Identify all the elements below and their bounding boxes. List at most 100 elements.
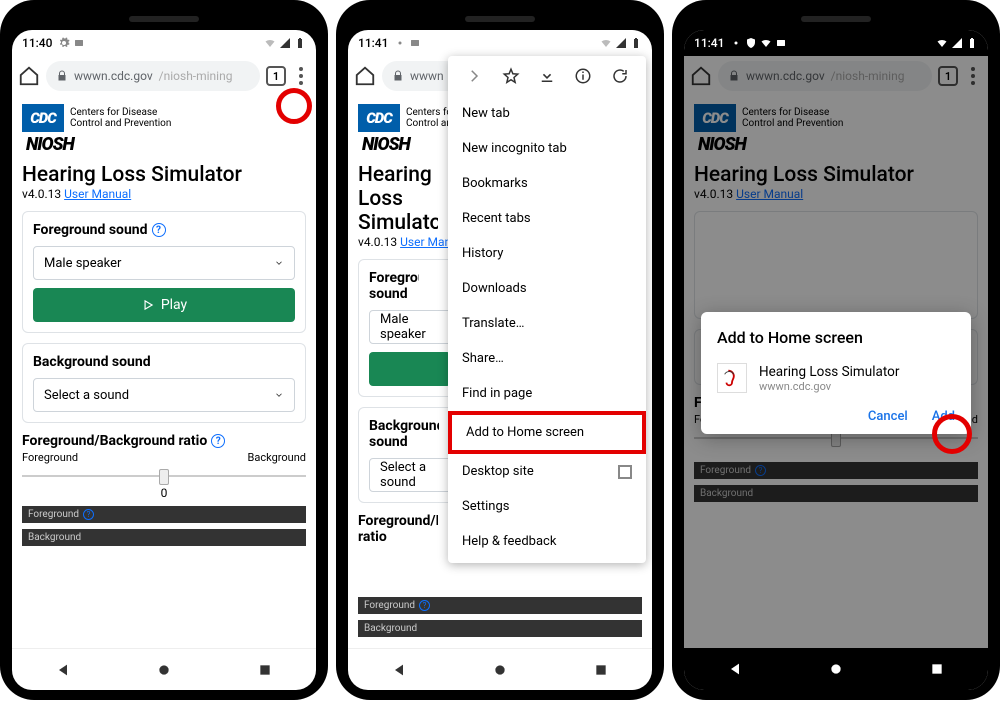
back-icon[interactable] [55, 662, 71, 678]
url-field[interactable]: wwwn.cdc.gov/niosh-mining [46, 61, 260, 91]
play-button[interactable] [369, 352, 451, 386]
speaker-grille [465, 16, 535, 22]
ratio-value: 0 [22, 486, 306, 500]
bg-legend: Background [22, 529, 306, 546]
chevron-down-icon [274, 258, 284, 268]
menu-new-tab[interactable]: New tab [448, 96, 646, 131]
nav-bar [684, 648, 988, 690]
bg-select[interactable]: Select a sound [33, 378, 295, 412]
menu-help[interactable]: Help & feedback [448, 524, 646, 559]
home-nav-icon[interactable] [492, 662, 508, 678]
home-icon[interactable] [354, 65, 376, 87]
highlight-circle-add [932, 414, 972, 454]
status-icons-right [264, 37, 306, 49]
status-icons-right [936, 37, 978, 49]
play-button[interactable]: Play [33, 288, 295, 322]
dialog-app-row: Hearing Loss Simulator wwwn.cdc.gov [717, 363, 955, 393]
tabs-button[interactable]: 1 [266, 66, 286, 86]
checkbox-icon[interactable] [618, 465, 632, 479]
menu-translate[interactable]: Translate… [448, 306, 646, 341]
niosh-logo: NIOSH [26, 134, 306, 155]
home-nav-icon[interactable] [156, 662, 172, 678]
signal-icon [951, 37, 963, 49]
play-icon [141, 298, 155, 312]
battery-icon [294, 37, 306, 49]
menu-incognito[interactable]: New incognito tab [448, 131, 646, 166]
version-line: v4.0.13 User Manual [22, 187, 306, 201]
recent-nav-icon[interactable] [929, 661, 945, 677]
menu-settings[interactable]: Settings [448, 489, 646, 524]
fg-title: Foreground sound? [33, 222, 295, 238]
menu-bookmarks[interactable]: Bookmarks [448, 166, 646, 201]
page-title: Hearing Loss Simulator [358, 163, 438, 235]
status-icons-left [394, 37, 421, 49]
back-icon[interactable] [391, 662, 407, 678]
status-icons-right [600, 37, 642, 49]
home-nav-icon[interactable] [828, 661, 844, 677]
page-content: CDC Centers for Disease Control and Prev… [12, 96, 316, 648]
help-icon[interactable]: ? [211, 434, 225, 448]
dialog-actions: Cancel Add [717, 409, 955, 424]
menu-top-row [448, 56, 646, 96]
fg-legend: Foreground? [22, 506, 306, 523]
cancel-button[interactable]: Cancel [868, 409, 908, 424]
fg-select[interactable]: Male speaker [33, 246, 295, 280]
forward-icon[interactable] [465, 67, 483, 85]
foreground-card: Foreground sound? Male speaker Play [22, 211, 306, 333]
phone-frame-2: 11:41 wwwn CDC Centers for DiseaseCont [336, 0, 664, 700]
menu-share[interactable]: Share… [448, 341, 646, 376]
cdc-brand: CDC Centers for Disease Control and Prev… [22, 104, 306, 132]
cdc-logo: CDC [22, 104, 64, 132]
nav-bar [348, 648, 652, 690]
star-icon[interactable] [502, 67, 520, 85]
url-path: /niosh-mining [159, 69, 233, 83]
ratio-slider[interactable] [22, 466, 306, 486]
menu-history[interactable]: History [448, 236, 646, 271]
home-icon[interactable] [18, 65, 40, 87]
url-host: wwwn [410, 69, 444, 83]
menu-desktop-site[interactable]: Desktop site [448, 454, 646, 489]
nav-bar [12, 648, 316, 690]
menu-add-home-screen[interactable]: Add to Home screen [448, 411, 646, 454]
help-icon[interactable]: ? [83, 509, 94, 520]
status-icons-left [58, 37, 85, 49]
overflow-menu-button[interactable] [292, 67, 310, 85]
menu-recent-tabs[interactable]: Recent tabs [448, 201, 646, 236]
gear-icon [394, 37, 406, 49]
back-icon[interactable] [727, 661, 743, 677]
clock: 11:41 [358, 36, 388, 50]
clock: 11:41 [694, 36, 724, 50]
ratio-title: Foreground/Background ratio? [22, 433, 306, 449]
menu-downloads[interactable]: Downloads [448, 271, 646, 306]
recent-nav-icon[interactable] [257, 662, 273, 678]
url-host: wwwn.cdc.gov [74, 69, 153, 83]
battery-icon [966, 37, 978, 49]
phone-frame-1: 11:40 wwwn.cdc.gov/niosh-mining 1 [0, 0, 328, 700]
info-icon[interactable] [574, 67, 592, 85]
clock: 11:40 [22, 36, 52, 50]
lock-icon [56, 70, 68, 82]
menu-find-in-page[interactable]: Find in page [448, 376, 646, 411]
screen-3: 11:41 wwwn.cdc.gov/niosh-mining 1 [684, 30, 988, 690]
shield-icon [745, 37, 757, 49]
browser-toolbar: wwwn.cdc.gov/niosh-mining 1 [12, 56, 316, 96]
refresh-icon[interactable] [611, 67, 629, 85]
gear-icon [730, 37, 742, 49]
screen-1: 11:40 wwwn.cdc.gov/niosh-mining 1 [12, 30, 316, 690]
user-manual-link[interactable]: User Manual [64, 187, 131, 201]
wifi-icon [600, 37, 612, 49]
status-bar: 11:41 [348, 30, 652, 56]
bg-title: Background sound [33, 354, 295, 370]
cdc-text: Centers for Disease Control and Preventi… [70, 107, 171, 129]
status-icons-left [730, 37, 787, 49]
ear-icon [721, 367, 743, 389]
recent-nav-icon[interactable] [593, 662, 609, 678]
help-icon[interactable]: ? [152, 223, 166, 237]
add-home-dialog: Add to Home screen Hearing Loss Simulato… [701, 312, 971, 434]
download-icon[interactable] [538, 67, 556, 85]
highlight-circle-kebab [276, 88, 312, 124]
background-card: Background sound Select a sound [22, 343, 306, 423]
dialog-app-host: wwwn.cdc.gov [759, 380, 899, 393]
dialog-app-name: Hearing Loss Simulator [759, 364, 899, 380]
speaker-grille [129, 16, 199, 22]
